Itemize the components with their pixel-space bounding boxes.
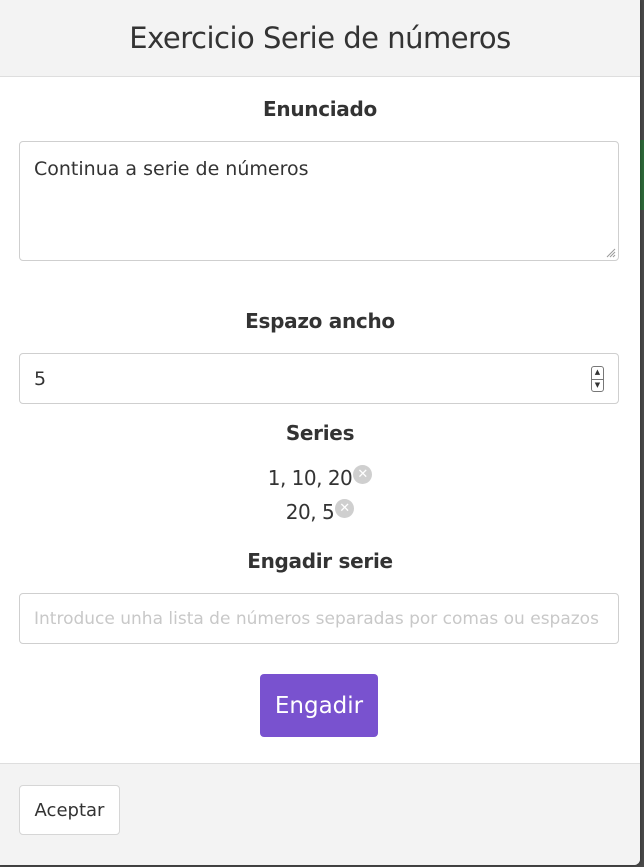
width-value: 5	[34, 367, 47, 390]
series-item-text: 1, 10, 20	[267, 466, 353, 490]
statement-label: Enunciado	[263, 97, 377, 121]
add-series-label: Engadir serie	[247, 549, 393, 573]
series-list: 1, 10, 20 ✕ 20, 5 ✕	[0, 462, 640, 530]
modal-footer: Aceptar	[0, 763, 640, 865]
width-label: Espazo ancho	[245, 309, 395, 333]
statement-text: Continua a serie de números	[34, 158, 309, 180]
series-label: Series	[285, 421, 355, 445]
accept-button[interactable]: Aceptar	[19, 785, 120, 835]
statement-textarea[interactable]: Continua a serie de números	[19, 141, 619, 261]
spinner-up-icon[interactable]: ▲	[592, 367, 603, 380]
number-spinner[interactable]: ▲ ▼	[591, 366, 604, 392]
spinner-down-icon[interactable]: ▼	[592, 380, 603, 392]
resize-grip-icon[interactable]	[604, 246, 616, 258]
add-series-input[interactable]	[34, 608, 604, 629]
series-item: 20, 5 ✕	[0, 496, 640, 530]
add-series-input-wrapper	[19, 593, 619, 644]
modal-dialog: Exercicio Serie de números Enunciado Con…	[0, 0, 640, 865]
remove-series-icon[interactable]: ✕	[353, 465, 373, 484]
modal-title: Exercicio Serie de números	[129, 21, 511, 55]
series-item: 1, 10, 20 ✕	[0, 462, 640, 496]
modal-header: Exercicio Serie de números	[0, 0, 640, 77]
width-number-input[interactable]: 5 ▲ ▼	[19, 353, 619, 404]
add-series-button[interactable]: Engadir	[260, 674, 378, 737]
remove-series-icon[interactable]: ✕	[335, 499, 355, 518]
series-item-text: 20, 5	[285, 500, 335, 524]
